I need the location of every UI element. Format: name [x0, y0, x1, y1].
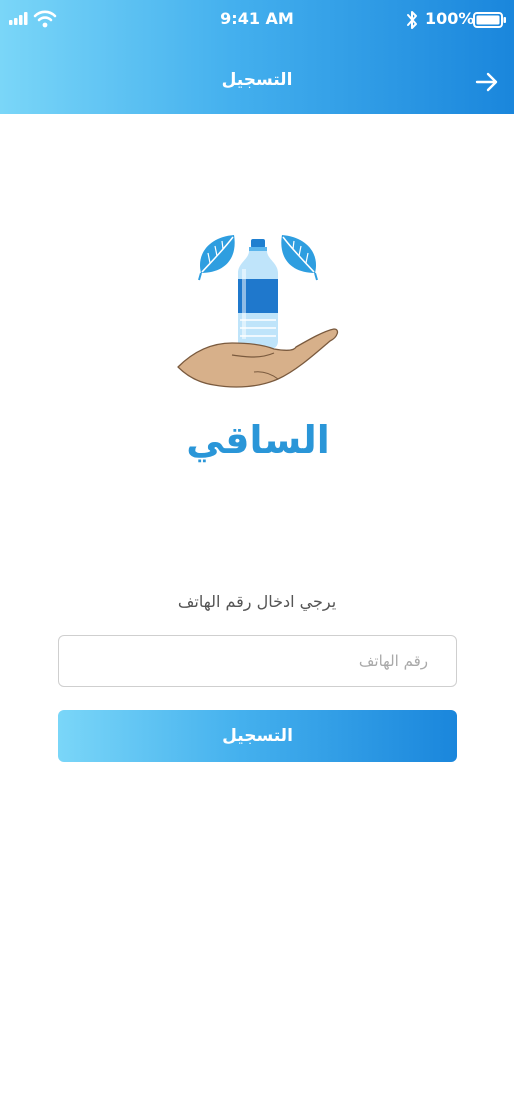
battery-percentage: 100% — [425, 9, 475, 28]
app-header: 9:41 AM 100% التسجيل — [0, 0, 514, 114]
app-logo: الساقي — [177, 235, 339, 462]
register-button[interactable]: التسجيل — [58, 710, 457, 762]
arrow-right-icon[interactable] — [472, 70, 502, 94]
status-bar: 9:41 AM 100% — [0, 0, 514, 40]
phone-number-input[interactable] — [58, 635, 457, 687]
bluetooth-icon — [407, 11, 417, 29]
logo-wordmark: الساقي — [186, 418, 330, 462]
page-title: التسجيل — [221, 70, 293, 90]
leaf-icon — [281, 235, 318, 281]
battery-icon — [473, 12, 506, 28]
phone-prompt: يرجي ادخال رقم الهاتف — [177, 592, 337, 611]
leaf-icon — [198, 235, 235, 281]
water-bottle-icon — [238, 239, 278, 349]
